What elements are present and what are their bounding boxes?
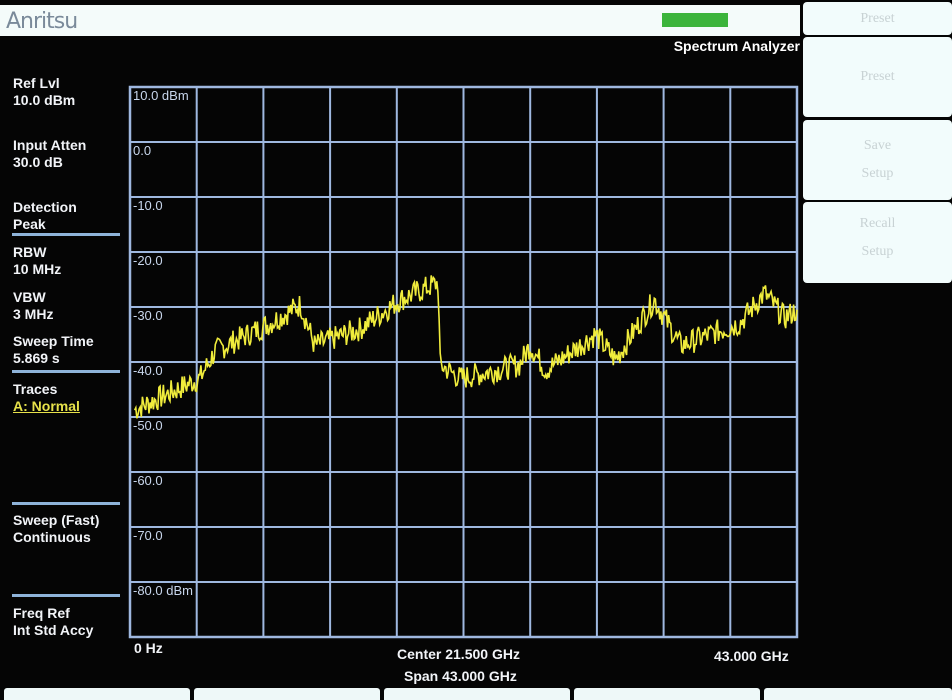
- spectrum-plot: 10.0 dBm 0.0 -10.0 -20.0 -30.0 -40.0 -50.0 -60.…: [128, 85, 799, 639]
- bottom-tab-5[interactable]: [764, 688, 952, 700]
- y-tick-label: -50.0: [133, 418, 163, 433]
- bottom-tab-4[interactable]: [574, 688, 760, 700]
- bottom-tab-3[interactable]: [384, 688, 570, 700]
- y-tick-label: -10.0: [133, 198, 163, 213]
- y-tick-label: -40.0: [133, 363, 163, 378]
- y-tick-label: -20.0: [133, 253, 163, 268]
- x-span-label: Span 43.000 GHz: [404, 668, 517, 684]
- y-tick-label: -80.0 dBm: [133, 583, 193, 598]
- x-start-label: 0 Hz: [134, 640, 163, 656]
- x-center-label: Center 21.500 GHz: [397, 646, 520, 662]
- y-tick-label: 10.0 dBm: [133, 88, 189, 103]
- trace-a-line: [133, 275, 798, 419]
- bottom-tab-2[interactable]: [194, 688, 380, 700]
- y-tick-label: -60.0: [133, 473, 163, 488]
- y-tick-label: -30.0: [133, 308, 163, 323]
- y-tick-label: 0.0: [133, 143, 151, 158]
- bottom-tab-1[interactable]: [4, 688, 190, 700]
- y-tick-label: -70.0: [133, 528, 163, 543]
- x-stop-label: 43.000 GHz: [714, 648, 789, 664]
